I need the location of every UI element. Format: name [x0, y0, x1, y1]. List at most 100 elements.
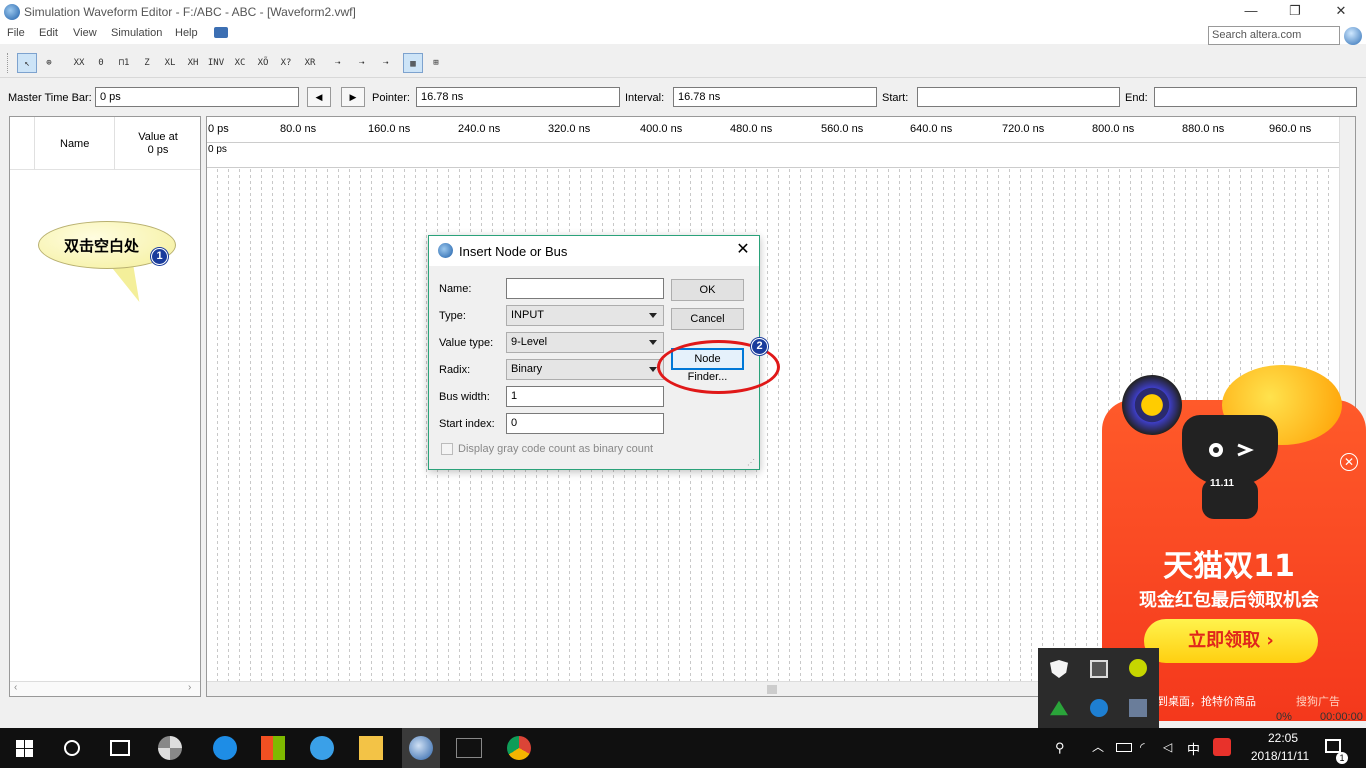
search-input[interactable]: Search altera.com: [1208, 26, 1340, 45]
waveform-view-icon[interactable]: ▦: [403, 53, 423, 73]
type-select[interactable]: INPUT: [506, 305, 664, 326]
search-circle-icon[interactable]: [64, 740, 80, 756]
app-triangle-icon[interactable]: [1050, 700, 1068, 716]
radix-label: Radix:: [439, 364, 471, 376]
chevron-up-icon[interactable]: ︿: [1092, 738, 1104, 755]
ad-title: 天猫双11: [1163, 549, 1295, 584]
clock-date[interactable]: 2018/11/11: [1240, 749, 1320, 763]
command-prompt-icon[interactable]: [456, 738, 482, 758]
snap-to-transition-icon[interactable]: ⇢: [352, 53, 372, 73]
menu-file[interactable]: File: [7, 27, 25, 39]
invert-icon[interactable]: INV: [206, 53, 226, 73]
start-field[interactable]: [917, 87, 1120, 107]
zoom-tool-icon[interactable]: ⊕: [39, 53, 59, 73]
minimize-button[interactable]: —: [1228, 2, 1274, 22]
menu-simulation[interactable]: Simulation: [111, 27, 162, 39]
prev-transition-button[interactable]: ◀: [307, 87, 331, 107]
menu-help[interactable]: Help: [175, 27, 198, 39]
force-low-icon[interactable]: 0: [91, 53, 111, 73]
value-header-line2: 0 ps: [147, 144, 169, 156]
dialog-close-button[interactable]: ✕: [731, 240, 755, 262]
close-button[interactable]: ✕: [1318, 2, 1364, 22]
gray-code-checkbox[interactable]: [441, 443, 453, 455]
random-values-icon[interactable]: X?: [276, 53, 296, 73]
quartus-icon[interactable]: [409, 736, 433, 760]
bus-width-input[interactable]: 1: [506, 386, 664, 407]
update-icon[interactable]: [1090, 699, 1108, 717]
ruler-tick: 880.0 ns: [1182, 123, 1225, 135]
chevron-down-icon: [649, 340, 657, 345]
radix-select[interactable]: Binary: [506, 359, 664, 380]
windows-start-icon[interactable]: [16, 740, 33, 757]
people-icon[interactable]: ⚲: [1055, 740, 1069, 756]
node-name-panel[interactable]: Name Value at 0 ps ‹ ›: [9, 116, 201, 697]
force-high-impedance-icon[interactable]: Z: [137, 53, 157, 73]
cancel-button[interactable]: Cancel: [671, 308, 744, 330]
step-1-badge: 1: [151, 248, 168, 265]
menu-view[interactable]: View: [73, 27, 97, 39]
input-method-indicator[interactable]: 中: [1187, 739, 1200, 758]
wifi-icon[interactable]: ◜: [1140, 740, 1145, 754]
network-monitor-icon[interactable]: [1129, 699, 1147, 717]
name-column-header[interactable]: Name: [60, 138, 89, 150]
security-plus-icon[interactable]: [1129, 659, 1147, 677]
menu-edit[interactable]: Edit: [39, 27, 58, 39]
pointer-field[interactable]: 16.78 ns: [416, 87, 620, 107]
end-field[interactable]: [1154, 87, 1357, 107]
restore-button[interactable]: ❐: [1272, 2, 1318, 22]
ruler-tick: 160.0 ns: [368, 123, 411, 135]
next-transition-button[interactable]: ▶: [341, 87, 365, 107]
ok-button[interactable]: OK: [671, 279, 744, 301]
progress-text: 0%: [1276, 711, 1292, 723]
grid-view-icon[interactable]: ⊞: [426, 53, 446, 73]
volume-icon[interactable]: ◁: [1163, 740, 1172, 754]
defender-shield-icon[interactable]: [1050, 660, 1068, 678]
chrome-icon[interactable]: [507, 736, 531, 760]
type-value: INPUT: [511, 309, 544, 321]
value-type-select[interactable]: 9-Level: [506, 332, 664, 353]
master-time-bar-field[interactable]: 0 ps: [95, 87, 299, 107]
master-time-bar-marker[interactable]: 0 ps: [208, 144, 227, 155]
ad-close-button[interactable]: ✕: [1340, 453, 1358, 471]
file-explorer-icon[interactable]: [359, 736, 383, 760]
force-weak-low-icon[interactable]: XH: [183, 53, 203, 73]
clock-time[interactable]: 22:05: [1256, 731, 1310, 745]
swirl-icon: [1122, 375, 1182, 435]
edge-browser-icon[interactable]: [213, 736, 237, 760]
time-ruler[interactable]: 0 ps 80.0 ns 160.0 ns 240.0 ns 320.0 ns …: [207, 117, 1339, 143]
scroll-right-icon[interactable]: ›: [188, 682, 191, 693]
resize-grip-icon[interactable]: ⋰: [747, 458, 755, 467]
ruler-tick: 560.0 ns: [821, 123, 864, 135]
sogou-input-icon[interactable]: [1213, 738, 1231, 756]
count-value-icon[interactable]: XC: [230, 53, 250, 73]
ad-claim-button[interactable]: 立即领取 ›: [1144, 619, 1318, 663]
interval-field[interactable]: 16.78 ns: [673, 87, 877, 107]
name-input[interactable]: [506, 278, 664, 299]
globe-icon[interactable]: [1344, 27, 1362, 45]
find-icon[interactable]: ⇢: [376, 53, 396, 73]
force-weak-unknown-icon[interactable]: XL: [160, 53, 180, 73]
force-unknown-icon[interactable]: XX: [69, 53, 89, 73]
value-column-header[interactable]: Value at 0 ps: [118, 131, 198, 157]
task-view-icon[interactable]: [110, 740, 130, 756]
ruler-tick: 960.0 ns: [1269, 123, 1312, 135]
scroll-left-icon[interactable]: ‹: [14, 682, 17, 693]
snap-to-grid-icon[interactable]: ⇢: [328, 53, 348, 73]
store-icon[interactable]: [261, 736, 285, 760]
arbitrary-value-icon[interactable]: XR: [300, 53, 320, 73]
cat-eyes-icon: [1209, 443, 1254, 457]
force-high-icon[interactable]: ⊓1: [114, 53, 134, 73]
battery-icon[interactable]: [1116, 743, 1132, 752]
internet-explorer-icon[interactable]: [310, 736, 334, 760]
scroll-thumb[interactable]: [767, 685, 777, 694]
whats-this-icon[interactable]: [214, 27, 228, 38]
time-bar-row[interactable]: 0 ps: [207, 143, 1339, 168]
ad-footer-text[interactable]: 到桌面，抢特价商品: [1157, 693, 1256, 709]
pointer-tool-icon[interactable]: ↖: [17, 53, 37, 73]
start-index-input[interactable]: 0: [506, 413, 664, 434]
force-clock-icon[interactable]: XÕ: [253, 53, 273, 73]
name-panel-scrollbar[interactable]: ‹ ›: [10, 681, 200, 696]
action-center-icon[interactable]: [1325, 739, 1341, 753]
display-icon[interactable]: [1090, 660, 1108, 678]
app-pinwheel-icon[interactable]: [158, 736, 182, 760]
